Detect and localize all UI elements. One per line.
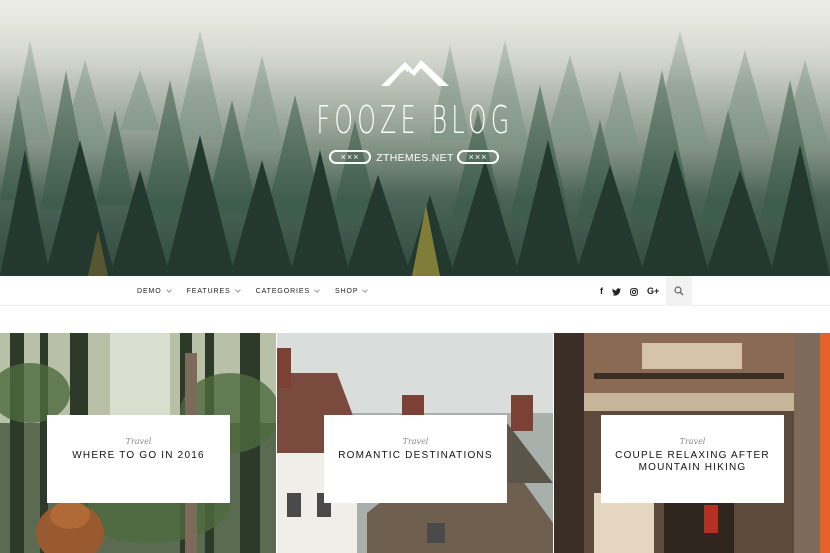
nav-menu: DEMO FEATURES CATEGORIES SHOP [137,276,383,306]
site-tagline: ××× ZTHEMES.NET ××× [0,150,830,166]
post-tile[interactable]: Travel COUPLE RELAXING AFTER MOUNTAIN HI… [554,333,830,553]
post-card: Travel WHERE TO GO IN 2016 [47,415,230,503]
logo-badge-right: ××× [457,150,499,164]
nav-item-label: DEMO [137,287,162,295]
facebook-icon[interactable]: f [600,276,603,306]
site-url: ZTHEMES.NET [376,152,454,164]
chevron-down-icon [362,286,369,293]
post-category[interactable]: Travel [324,437,507,446]
chevron-down-icon [234,286,241,293]
nav-item-demo[interactable]: DEMO [137,276,172,306]
chevron-down-icon [314,286,320,293]
social-links: f G+ [600,276,668,306]
mountain-icon [381,60,449,86]
post-card: Travel ROMANTIC DESTINATIONS [324,415,507,503]
nav-item-label: SHOP [335,287,359,295]
featured-posts: Travel WHERE TO GO IN 2016 Travel ROMANT… [0,333,830,553]
nav-item-categories[interactable]: CATEGORIES [255,276,320,306]
nav-item-shop[interactable]: SHOP [335,276,369,306]
site-title: FOOZE BLOG [316,98,514,142]
post-category[interactable]: Travel [47,437,230,446]
nav-item-label: CATEGORIES [255,287,311,295]
nav-item-features[interactable]: FEATURES [186,276,241,306]
post-card: Travel COUPLE RELAXING AFTER MOUNTAIN HI… [601,415,784,503]
chevron-down-icon [165,286,172,293]
hero-banner: FOOZE BLOG ××× ZTHEMES.NET ××× [0,0,830,276]
search-icon [674,286,684,296]
main-navigation: DEMO FEATURES CATEGORIES SHOP f G+ [0,276,830,306]
logo-badge-left: ××× [329,150,371,164]
nav-item-label: FEATURES [186,287,231,295]
search-button[interactable] [666,276,692,306]
post-title[interactable]: COUPLE RELAXING AFTER MOUNTAIN HIKING [601,450,784,474]
site-logo[interactable]: FOOZE BLOG ××× ZTHEMES.NET ××× [0,0,830,276]
post-title[interactable]: WHERE TO GO IN 2016 [47,450,230,462]
instagram-icon[interactable] [630,276,638,306]
post-tile[interactable]: Travel WHERE TO GO IN 2016 [0,333,276,553]
google-plus-icon[interactable]: G+ [647,276,659,306]
twitter-icon[interactable] [612,276,621,306]
post-title[interactable]: ROMANTIC DESTINATIONS [324,450,507,462]
post-category[interactable]: Travel [601,437,784,446]
post-tile[interactable]: Travel ROMANTIC DESTINATIONS [277,333,553,553]
